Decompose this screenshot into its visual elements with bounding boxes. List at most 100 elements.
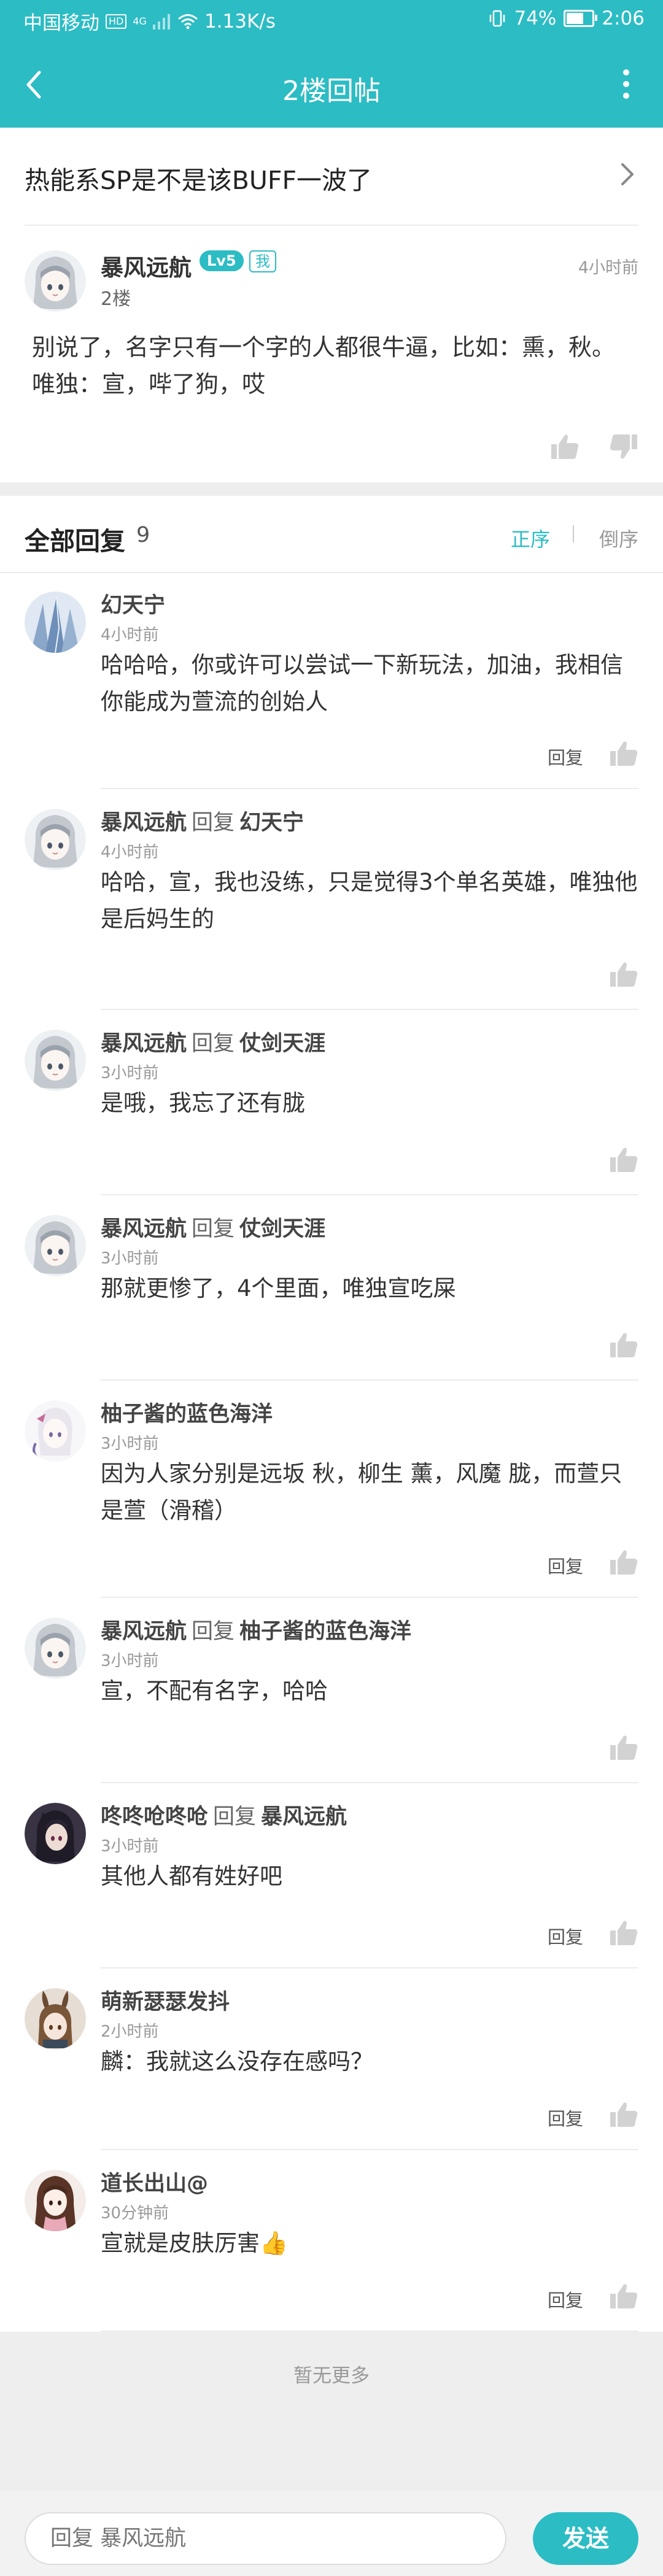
reply-name-line: 柚子酱的蓝色海洋 <box>101 1397 273 1428</box>
reply-time: 3小时前 <box>101 1837 159 1856</box>
reply-name-line: 暴风远航 回复 仗剑天涯 <box>101 1211 325 1243</box>
avatar[interactable] <box>25 1803 86 1864</box>
reply-target[interactable]: 幻天宁 <box>239 811 304 835</box>
avatar[interactable] <box>25 1988 86 2050</box>
reply-to-word: 回复 <box>192 1619 235 1644</box>
reply-item: 萌新瑟瑟发抖 2小时前 麟：我就这么没存在感吗？ 回复 <box>0 1969 663 2150</box>
thumbs-up-icon[interactable] <box>609 1919 638 1949</box>
reply-item: 道长出山@ 30分钟前宣就是皮肤厉害👍 回复 <box>0 2150 663 2332</box>
wifi-icon <box>177 13 198 29</box>
reply-button[interactable]: 回复 <box>548 1552 583 1578</box>
reply-name-line: 道长出山@ <box>101 2166 208 2197</box>
battery-percent: 74% <box>514 7 557 29</box>
all-replies-label: 全部回复 <box>25 526 125 556</box>
thumbs-up-icon[interactable] <box>609 961 638 990</box>
reply-content: 是哦，我忘了还有胧 <box>101 1090 305 1116</box>
topic-link[interactable]: 热能系SP是不是该BUFF一波了 <box>25 128 638 226</box>
me-tag: 我 <box>249 250 276 272</box>
reply-input[interactable] <box>25 2512 506 2565</box>
sort-ascending-tab[interactable]: 正序 <box>511 524 550 552</box>
reply-target[interactable]: 仗剑天涯 <box>239 1217 325 1241</box>
thumbs-up-icon[interactable] <box>609 2101 638 2131</box>
reply-content: 其他人都有姓好吧 <box>101 1863 282 1889</box>
avatar[interactable] <box>25 1400 86 1462</box>
reply-time: 3小时前 <box>101 1435 159 1453</box>
reply-time: 2小时前 <box>101 2023 159 2041</box>
thumbs-up-icon[interactable] <box>609 1146 638 1176</box>
sort-divider <box>573 525 574 542</box>
more-vertical-icon[interactable] <box>608 66 645 103</box>
reply-button[interactable]: 回复 <box>548 1923 583 1949</box>
avatar[interactable] <box>25 1030 86 1091</box>
hd-badge: HD <box>106 13 127 29</box>
clock: 2:06 <box>602 7 645 29</box>
app-bar: 2楼回帖 <box>0 42 663 128</box>
vibrate-icon <box>490 10 505 27</box>
network-label: 4G <box>133 15 147 27</box>
reply-author[interactable]: 暴风远航 <box>101 1217 187 1241</box>
chevron-right-icon <box>616 162 638 187</box>
thumbs-up-icon[interactable] <box>550 433 580 463</box>
post-content: 别说了，名字只有一个字的人都很牛逼，比如：熏，秋。唯独：宣，哔了狗，哎 <box>32 334 616 398</box>
reply-item: 暴风远航 回复 仗剑天涯 3小时前 是哦，我忘了还有胧 <box>0 1010 663 1195</box>
sort-descending-tab[interactable]: 倒序 <box>599 524 638 552</box>
reply-author[interactable]: 道长出山@ <box>101 2172 208 2196</box>
reply-content: 因为人家分别是远坂 秋，柳生 薰，风魔 胧，而萱只是萱（滑稽） <box>101 1460 622 1524</box>
reply-button[interactable]: 回复 <box>548 744 583 769</box>
floor-post: 暴风远航 Lv5 我 4小时前 2楼 别说了，名字只有一个字的人都很牛逼，比如：… <box>0 225 663 482</box>
page-title: 2楼回帖 <box>282 75 381 107</box>
avatar[interactable] <box>25 809 86 870</box>
thumbs-up-icon[interactable] <box>609 1332 638 1361</box>
reply-author[interactable]: 柚子酱的蓝色海洋 <box>101 1402 273 1427</box>
avatar[interactable] <box>25 2170 86 2231</box>
reply-time: 3小时前 <box>101 1249 159 1268</box>
reply-name-line: 咚咚呛咚呛 回复 暴风远航 <box>101 1799 347 1830</box>
reply-count: 9 <box>136 523 150 547</box>
author-name[interactable]: 暴风远航 <box>101 249 192 282</box>
reply-target[interactable]: 柚子酱的蓝色海洋 <box>239 1619 411 1644</box>
thumbs-up-icon[interactable] <box>609 1549 638 1578</box>
thumbs-up-icon[interactable] <box>609 2283 638 2312</box>
thumbs-down-icon[interactable] <box>609 433 638 463</box>
signal-icon <box>152 13 170 29</box>
avatar[interactable] <box>25 1215 86 1276</box>
carrier-label: 中国移动 <box>23 12 99 34</box>
thumbs-up-icon[interactable] <box>609 740 638 769</box>
reply-target[interactable]: 暴风远航 <box>261 1805 347 1829</box>
avatar[interactable] <box>25 1618 86 1679</box>
reply-author[interactable]: 咚咚呛咚呛 <box>101 1805 208 1829</box>
thumbs-up-icon[interactable] <box>609 1734 638 1764</box>
reply-time: 3小时前 <box>101 1652 159 1670</box>
reply-name-line: 暴风远航 回复 柚子酱的蓝色海洋 <box>101 1614 411 1645</box>
reply-to-word: 回复 <box>192 1217 235 1241</box>
reply-content: 哈哈，宣，我也没练，只是觉得3个单名英雄，唯独他是后妈生的 <box>101 869 638 932</box>
avatar[interactable] <box>25 592 86 653</box>
reply-button[interactable]: 回复 <box>548 2105 583 2131</box>
reply-author[interactable]: 幻天宁 <box>101 593 165 618</box>
reply-name-line: 幻天宁 <box>101 588 165 619</box>
reply-author[interactable]: 暴风远航 <box>101 1032 187 1056</box>
reply-content: 那就更惨了，4个里面，唯独宣吃屎 <box>101 1275 456 1301</box>
reply-to-word: 回复 <box>213 1805 257 1829</box>
reply-time: 30分钟前 <box>101 2204 169 2223</box>
reply-content: 宣就是皮肤厉害👍 <box>101 2230 289 2256</box>
section-divider <box>0 482 663 496</box>
avatar[interactable] <box>25 250 86 312</box>
reply-author[interactable]: 暴风远航 <box>101 1619 187 1644</box>
level-badge: Lv5 <box>200 250 244 271</box>
reply-name-line: 暴风远航 回复 幻天宁 <box>101 805 304 836</box>
reply-target[interactable]: 仗剑天涯 <box>239 1032 325 1056</box>
reply-author[interactable]: 暴风远航 <box>101 811 187 835</box>
reply-input-bar: 发送 <box>0 2491 663 2576</box>
reply-content: 宣，不配有名字，哈哈 <box>101 1678 328 1704</box>
reply-time: 4小时前 <box>101 626 159 644</box>
floor-number: 2楼 <box>101 288 131 310</box>
topic-title: 热能系SP是不是该BUFF一波了 <box>25 166 373 195</box>
send-button[interactable]: 发送 <box>533 2512 638 2565</box>
network-speed: 1.13K/s <box>204 10 276 33</box>
reply-time: 3小时前 <box>101 1064 159 1082</box>
reply-author[interactable]: 萌新瑟瑟发抖 <box>101 1990 230 2015</box>
battery-icon <box>564 10 598 27</box>
reply-item: 暴风远航 回复 幻天宁 4小时前 哈哈，宣，我也没练，只是觉得3个单名英雄，唯独他是后妈… <box>0 789 663 1010</box>
reply-button[interactable]: 回复 <box>548 2286 583 2312</box>
